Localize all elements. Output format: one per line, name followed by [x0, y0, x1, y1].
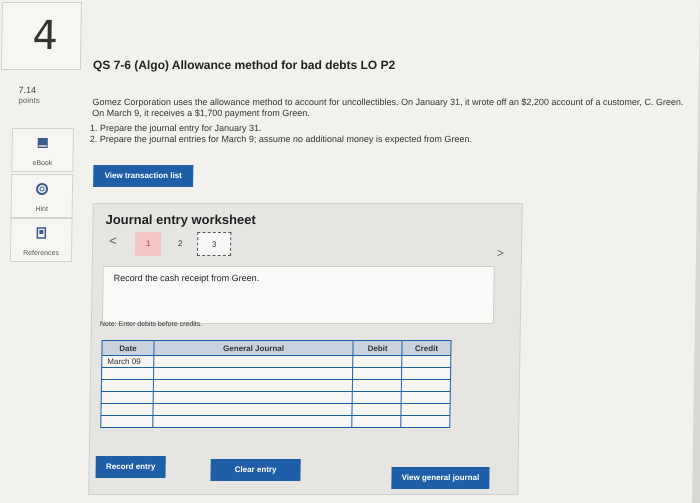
column-header-debit: Debit [353, 340, 403, 356]
table-row [100, 403, 451, 416]
documents-icon [36, 227, 47, 239]
references-label: References [23, 250, 59, 258]
credit-cell[interactable] [400, 415, 450, 428]
account-cell[interactable] [153, 367, 353, 380]
worksheet-title: Journal entry worksheet [105, 212, 256, 228]
debit-cell[interactable] [352, 403, 402, 416]
table-row [100, 415, 450, 428]
debit-cell[interactable] [351, 415, 401, 428]
account-cell[interactable] [153, 379, 353, 392]
view-general-journal-button[interactable]: View general journal [391, 467, 490, 490]
instruction-text: Record the cash receipt from Green. [113, 273, 260, 284]
credit-cell[interactable] [401, 379, 451, 392]
column-header-credit: Credit [401, 340, 452, 356]
account-cell[interactable] [152, 403, 353, 416]
question-number-box: 4 [0, 2, 82, 71]
step-2: 2. Prepare the journal entries for March… [89, 134, 473, 145]
debit-cell[interactable] [352, 355, 402, 368]
column-header-general-journal: General Journal [153, 340, 354, 356]
view-transaction-list-button[interactable]: View transaction list [93, 165, 194, 188]
page-tab-1[interactable]: 1 [134, 232, 162, 257]
account-cell[interactable] [152, 415, 353, 428]
references-button[interactable]: References [9, 218, 73, 263]
credit-cell[interactable] [401, 355, 451, 368]
table-row [101, 379, 451, 392]
question-paragraph: Gomez Corporation uses the allowance met… [92, 97, 684, 119]
journal-entry-worksheet: Journal entry worksheet < > 1 2 3 Record… [88, 203, 523, 496]
credit-cell[interactable] [401, 367, 451, 380]
instruction-box: Record the cash receipt from Green. [101, 266, 495, 325]
book-icon [37, 138, 48, 149]
date-cell[interactable] [100, 403, 154, 416]
prev-arrow[interactable]: < [109, 233, 117, 248]
debit-cell[interactable] [352, 391, 402, 404]
date-cell[interactable] [101, 391, 154, 404]
table-row [101, 367, 451, 380]
credit-cell[interactable] [400, 403, 451, 416]
table-row: March 09 [101, 355, 451, 368]
account-cell[interactable] [153, 355, 354, 368]
page-tab-2[interactable]: 2 [167, 232, 193, 256]
debit-cell[interactable] [352, 379, 402, 392]
table-row [101, 391, 451, 404]
credit-cell[interactable] [401, 391, 451, 404]
column-header-date: Date [101, 340, 155, 356]
hint-button[interactable]: Hint [10, 174, 74, 219]
date-cell[interactable]: March 09 [101, 355, 154, 368]
next-arrow[interactable]: > [497, 246, 504, 260]
note-text: Note: Enter debits before credits. [99, 321, 203, 329]
page: 4 7.14 points eBook Hint References QS 7… [0, 0, 700, 503]
date-cell[interactable] [101, 367, 154, 380]
hint-label: Hint [35, 206, 48, 214]
step-1: 1. Prepare the journal entry for January… [89, 123, 262, 134]
page-tab-3[interactable]: 3 [196, 232, 232, 257]
ebook-label: eBook [32, 160, 53, 168]
journal-table: Date General Journal Debit Credit March … [100, 340, 452, 428]
record-entry-button[interactable]: Record entry [95, 456, 166, 479]
date-cell[interactable] [101, 379, 154, 392]
ebook-button[interactable]: eBook [11, 128, 74, 173]
date-cell[interactable] [100, 415, 153, 428]
account-cell[interactable] [153, 391, 353, 404]
points-value: 7.14 [18, 85, 37, 96]
question-title: QS 7-6 (Algo) Allowance method for bad d… [92, 58, 396, 73]
question-steps: 1. Prepare the journal entry for January… [90, 123, 473, 145]
lifebuoy-icon [36, 183, 49, 196]
clear-entry-button[interactable]: Clear entry [210, 459, 301, 482]
points-label: points [18, 96, 40, 106]
debit-cell[interactable] [352, 367, 402, 380]
question-number: 4 [32, 13, 59, 60]
